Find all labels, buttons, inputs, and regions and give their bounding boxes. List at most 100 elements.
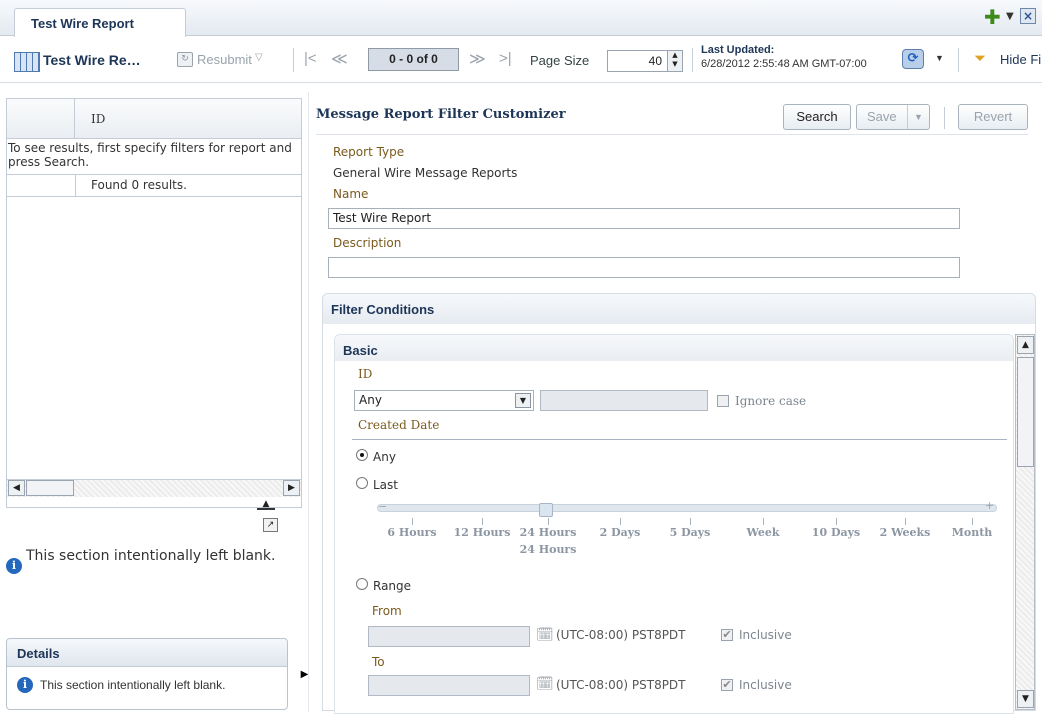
pager-display: 0 - 0 of 0 xyxy=(368,48,459,71)
refresh-dropdown-icon[interactable]: ▼ xyxy=(935,53,944,63)
detach-icon[interactable]: ↗ xyxy=(263,518,278,532)
close-icon[interactable]: × xyxy=(1020,8,1036,24)
ignore-case-label: Ignore case xyxy=(735,394,807,408)
calendar-icon[interactable]: 🗓 xyxy=(536,676,554,692)
slider-thumb[interactable] xyxy=(539,503,553,517)
hide-filters-button[interactable]: Hide Fi xyxy=(1000,52,1041,67)
report-type-value: General Wire Message Reports xyxy=(333,166,518,180)
filter-icon: ⏷ xyxy=(974,50,987,67)
results-horizontal-scrollbar[interactable]: ◀ ▶ xyxy=(7,479,301,497)
tab-test-wire-report[interactable]: Test Wire Report xyxy=(14,8,186,37)
last-updated-label: Last Updated: xyxy=(701,44,775,56)
results-table-header: ID xyxy=(7,99,301,139)
page-size-label: Page Size xyxy=(530,53,590,68)
from-label: From xyxy=(372,604,402,618)
scroll-right-icon[interactable]: ▶ xyxy=(283,480,300,496)
save-label: Save xyxy=(867,109,897,124)
created-date-last-label: Last xyxy=(373,478,398,492)
slider-tick-label: Week xyxy=(746,526,780,539)
to-inclusive-label: Inclusive xyxy=(739,678,792,692)
slider-tick-label: 10 Days xyxy=(811,526,861,539)
ignore-case-checkbox[interactable] xyxy=(717,395,729,407)
from-date-input[interactable] xyxy=(368,626,530,647)
scroll-thumb[interactable] xyxy=(1017,357,1034,467)
slider-tick-label: 12 Hours xyxy=(453,526,511,539)
name-input[interactable]: Test Wire Report xyxy=(328,208,960,229)
last-page-icon[interactable]: >| xyxy=(499,50,512,67)
slider-tick xyxy=(412,518,413,525)
details-title: Details xyxy=(17,646,60,661)
from-inclusive-checkbox[interactable]: ✔ xyxy=(721,629,733,641)
slider-tick xyxy=(620,518,621,525)
details-header: Details xyxy=(7,639,287,667)
scroll-thumb[interactable] xyxy=(26,480,74,496)
basic-title: Basic xyxy=(343,343,378,358)
created-date-range-radio[interactable] xyxy=(356,578,368,590)
last-range-slider[interactable] xyxy=(377,504,997,512)
created-date-range-label: Range xyxy=(373,579,412,593)
to-date-input[interactable] xyxy=(368,675,530,696)
slider-current-value: 24 Hours xyxy=(519,543,577,556)
previous-page-icon[interactable]: ≪ xyxy=(331,49,348,69)
plus-icon[interactable]: ✚ xyxy=(984,7,1001,27)
slider-tick-label: 6 Hours xyxy=(387,526,437,539)
filter-conditions-header[interactable]: Filter Conditions xyxy=(323,294,1035,324)
slider-tick xyxy=(690,518,691,525)
chevron-down-icon[interactable]: ▼ xyxy=(515,393,531,408)
slider-plus-icon[interactable]: + xyxy=(985,499,994,512)
refresh-icon[interactable]: ⟳ xyxy=(902,49,924,69)
tab-label: Test Wire Report xyxy=(31,16,134,31)
slider-tick xyxy=(482,518,483,525)
revert-button[interactable]: Revert xyxy=(958,104,1028,130)
info-icon: i xyxy=(17,677,33,693)
slider-minus-icon[interactable]: − xyxy=(378,500,387,513)
tab-strip: Test Wire Report ✚ ▼ × xyxy=(0,0,1042,37)
id-value-input[interactable] xyxy=(540,390,708,411)
report-icon xyxy=(14,52,40,72)
slider-tick-label: 5 Days xyxy=(669,526,711,539)
resubmit-icon: ↻ xyxy=(177,52,193,67)
expand-panel-icon[interactable]: ▶ xyxy=(297,664,312,686)
id-filter-label: ID xyxy=(358,367,373,381)
scroll-down-icon[interactable]: ▼ xyxy=(1017,690,1034,708)
report-toolbar: Test Wire Re… ↻ Resubmit ▽ |< ≪ 0 - 0 of… xyxy=(0,37,1042,83)
first-page-icon[interactable]: |< xyxy=(304,50,317,67)
resubmit-dropdown-icon[interactable]: ▽ xyxy=(255,52,263,63)
slider-tick xyxy=(836,518,837,525)
to-inclusive-checkbox[interactable]: ✔ xyxy=(721,679,733,691)
collapse-up-icon[interactable]: ▲ xyxy=(257,498,275,510)
slider-tick xyxy=(763,518,764,525)
slider-tick xyxy=(972,518,973,525)
info-icon: i xyxy=(6,558,22,574)
details-text: This section intentionally left blank. xyxy=(40,678,226,692)
slider-tick-label: 2 Weeks xyxy=(879,526,931,539)
page-size-spinner[interactable]: ▲ ▼ xyxy=(667,51,682,71)
scroll-up-icon[interactable]: ▲ xyxy=(1017,336,1034,354)
basic-header[interactable]: Basic xyxy=(335,335,1013,361)
filters-vertical-scrollbar[interactable]: ▲ ▼ xyxy=(1015,334,1035,710)
scroll-left-icon[interactable]: ◀ xyxy=(8,480,25,496)
filter-conditions-title: Filter Conditions xyxy=(331,302,435,317)
created-date-last-radio[interactable] xyxy=(356,477,368,489)
table-select-all-cell[interactable] xyxy=(7,99,75,139)
slider-tick-label: 24 Hours xyxy=(519,526,577,539)
chevron-down-icon[interactable]: ▼ xyxy=(1006,11,1014,22)
description-input[interactable] xyxy=(328,257,960,278)
report-name[interactable]: Test Wire Re… xyxy=(43,52,141,68)
calendar-icon[interactable]: 🗓 xyxy=(536,627,554,643)
slider-tick xyxy=(905,518,906,525)
slider-tick xyxy=(548,518,549,525)
found-results-text: Found 0 results. xyxy=(91,178,187,192)
search-button[interactable]: Search xyxy=(783,104,851,130)
next-page-icon[interactable]: ≫ xyxy=(469,49,486,69)
resubmit-button[interactable]: Resubmit xyxy=(197,52,252,67)
column-header-id[interactable]: ID xyxy=(91,112,105,126)
id-operator-select[interactable]: Any ▼ xyxy=(354,390,534,411)
name-label: Name xyxy=(333,187,369,201)
created-date-any-radio[interactable] xyxy=(356,449,368,461)
save-dropdown-icon[interactable]: ▼ xyxy=(907,105,929,129)
from-timezone: (UTC-08:00) PST8PDT xyxy=(556,628,686,642)
save-button[interactable]: Save ▼ xyxy=(856,104,930,130)
from-inclusive-label: Inclusive xyxy=(739,628,792,642)
slider-tick-label: Month xyxy=(951,526,993,539)
